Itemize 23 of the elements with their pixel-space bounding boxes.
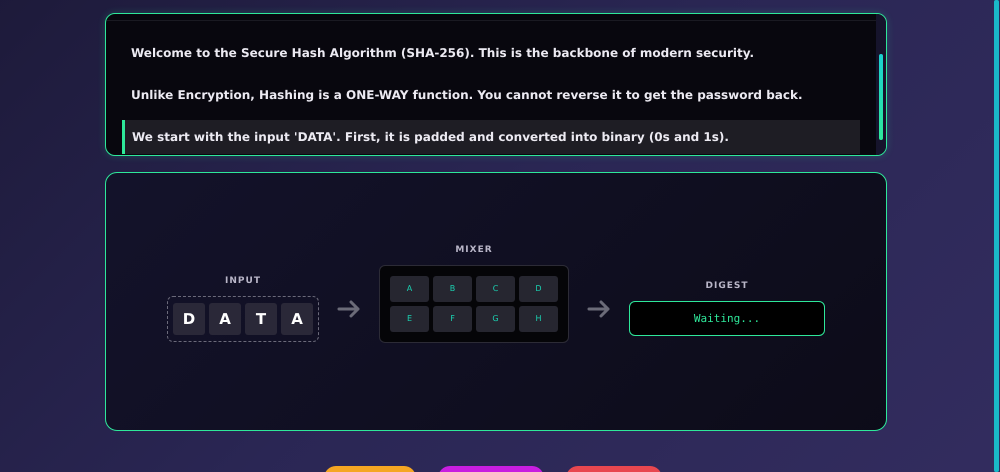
letter-tile: D — [173, 302, 205, 334]
section-label: INPUT — [225, 276, 261, 286]
letter-tile: A — [209, 302, 241, 334]
mixer-cell: F — [433, 306, 472, 332]
log-message: We start with the input 'DATA'. First, it is padded and converted into binary (0s and 1s). — [122, 120, 860, 154]
mixer-cell: C — [476, 276, 515, 302]
mixer-cell: G — [476, 306, 515, 332]
mixer-cell: D — [519, 276, 558, 302]
arrow-icon — [337, 300, 361, 318]
letter-tile: T — [245, 302, 277, 334]
page-scrollbar-thumb[interactable] — [994, 0, 999, 472]
letter-tile: A — [281, 302, 313, 334]
scrollbar-thumb[interactable] — [879, 54, 883, 140]
section-label: MIXER — [455, 244, 493, 254]
log-message: Unlike Encryption, Hashing is a ONE-WAY function. You cannot reverse it to get the password back. — [130, 87, 804, 104]
digest-output: Waiting... — [629, 301, 825, 336]
mixer-cell: E — [390, 306, 429, 332]
mixer-cell: H — [519, 306, 558, 332]
section-label: DIGEST — [706, 281, 748, 291]
log-message: Welcome to the Secure Hash Algorithm (SHA-256). This is the backbone of modern security. — [130, 45, 756, 62]
mixer-cell: A — [390, 276, 429, 302]
mixer-cell: B — [433, 276, 472, 302]
arrow-icon — [587, 300, 611, 318]
